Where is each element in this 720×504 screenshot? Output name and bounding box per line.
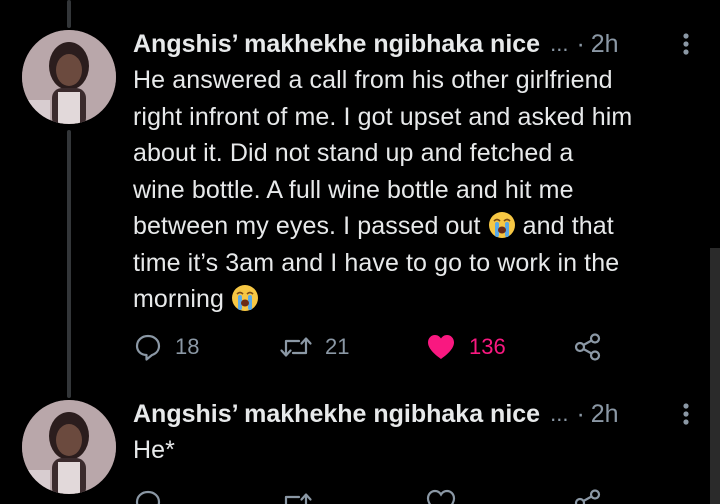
tweet-text: He* — [133, 436, 175, 464]
share-icon — [573, 488, 603, 504]
name-ellipsis: ... — [550, 31, 569, 56]
timestamp[interactable]: 2h — [591, 400, 619, 429]
loudly-crying-face-icon — [231, 284, 259, 312]
share-button[interactable] — [573, 488, 603, 504]
display-name[interactable]: Angshis’ makhekhe ngibhaka nice — [133, 30, 540, 59]
timestamp[interactable]: 2h — [591, 30, 619, 59]
like-button[interactable] — [425, 488, 457, 504]
separator-dot: · — [576, 399, 585, 428]
loudly-crying-face-icon — [488, 211, 516, 239]
reply-button[interactable] — [133, 488, 163, 504]
tweet-header: Angshis’ makhekhe ngibhaka nice ... · 2h — [133, 398, 693, 430]
name-ellipsis: ... — [550, 401, 569, 426]
share-button[interactable] — [573, 332, 603, 362]
reply-count: 18 — [175, 334, 200, 359]
thread-connector — [67, 130, 71, 398]
retweet-icon — [279, 488, 313, 504]
edge-strip — [710, 248, 720, 504]
like-count: 136 — [469, 334, 506, 359]
avatar[interactable] — [22, 400, 116, 494]
retweet-icon — [279, 332, 313, 362]
retweet-button[interactable]: 21 — [279, 332, 349, 362]
retweet-button[interactable] — [279, 488, 313, 504]
share-icon — [573, 332, 603, 362]
reply-icon — [133, 488, 163, 504]
reply-icon — [133, 332, 163, 362]
tweet-actions: 18 21 136 — [133, 332, 613, 362]
avatar[interactable] — [22, 30, 116, 124]
heart-icon — [425, 488, 457, 504]
retweet-count: 21 — [325, 334, 350, 359]
tweet-text: He answered a call from his other girlfr… — [133, 62, 693, 318]
separator-dot: · — [576, 29, 585, 58]
more-icon[interactable] — [679, 400, 693, 430]
tweet-actions — [133, 488, 613, 504]
heart-icon — [425, 332, 457, 362]
like-button[interactable]: 136 — [425, 332, 506, 362]
thread-connector-top — [67, 0, 71, 28]
timeline-screen: Angshis’ makhekhe ngibhaka nice ... · 2h… — [0, 0, 720, 504]
tweet-header: Angshis’ makhekhe ngibhaka nice ... · 2h — [133, 28, 693, 60]
more-icon[interactable] — [679, 30, 693, 60]
display-name[interactable]: Angshis’ makhekhe ngibhaka nice — [133, 400, 540, 429]
reply-button[interactable]: 18 — [133, 332, 199, 362]
